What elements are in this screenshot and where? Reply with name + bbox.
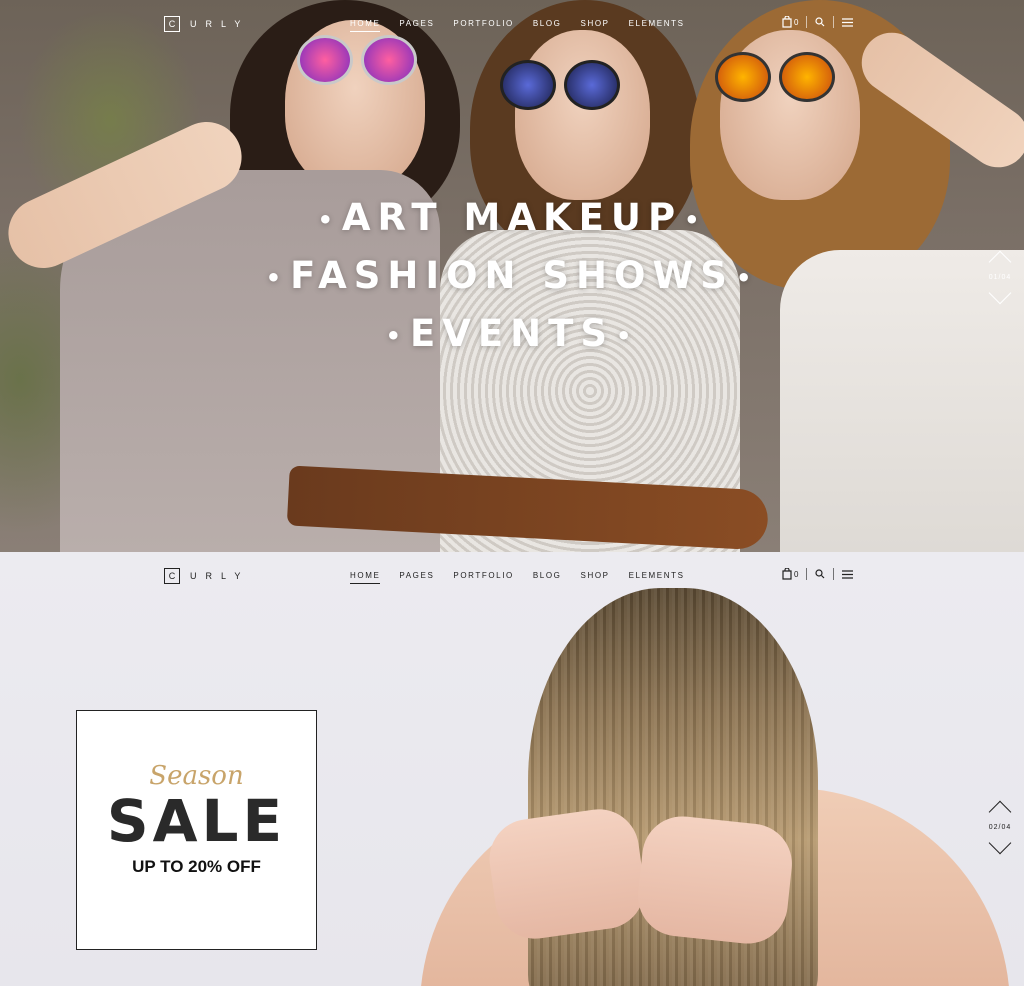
model-hand-right (634, 812, 796, 948)
logo-mark: C (164, 16, 180, 32)
divider (806, 16, 808, 28)
cart-button[interactable]: 0 (782, 16, 798, 28)
logo-text: URLY (190, 571, 250, 581)
menu-elements[interactable]: ELEMENTS (629, 571, 685, 584)
menu-shop[interactable]: SHOP (581, 19, 610, 32)
divider (806, 568, 808, 580)
header-nav-light: C URLY HOME PAGES PORTFOLIO BLOG SHOP EL… (0, 552, 1024, 600)
menu-elements[interactable]: ELEMENTS (629, 19, 685, 32)
menu-home[interactable]: HOME (350, 19, 381, 32)
main-menu: HOME PAGES PORTFOLIO BLOG SHOP ELEMENTS (350, 571, 685, 584)
model-hand-left (484, 804, 650, 944)
logo-mark: C (164, 568, 180, 584)
menu-pages[interactable]: PAGES (399, 19, 434, 32)
hero-slide-2: C URLY HOME PAGES PORTFOLIO BLOG SHOP EL… (0, 552, 1024, 986)
sale-card[interactable]: Season SALE UP TO 20% OFF (76, 710, 317, 950)
hamburger-menu-icon[interactable] (842, 569, 854, 579)
slider-controls-1: 01/04 (988, 250, 1012, 305)
hero-line-3-text: EVENTS (409, 312, 615, 355)
main-menu: HOME PAGES PORTFOLIO BLOG SHOP ELEMENTS (350, 19, 685, 32)
cart-count: 0 (794, 17, 799, 27)
hero-slide-1: C URLY HOME PAGES PORTFOLIO BLOG SHOP EL… (0, 0, 1024, 552)
hero-line-1-text: ART MAKEUP (341, 196, 683, 239)
hero-line-2: •FASHION SHOWS• (265, 254, 759, 297)
search-icon[interactable] (815, 569, 825, 579)
slide-counter: 02/04 (988, 824, 1012, 831)
chevron-up-icon[interactable] (988, 800, 1012, 824)
hero-line-2-text: FASHION SHOWS (290, 254, 734, 297)
chevron-down-icon[interactable] (988, 281, 1012, 305)
shopping-bag-icon (782, 568, 792, 580)
menu-blog[interactable]: BLOG (533, 19, 562, 32)
hero-line-3: •EVENTS• (385, 312, 639, 355)
chevron-up-icon[interactable] (988, 250, 1012, 274)
slide-counter: 01/04 (988, 274, 1012, 281)
cart-button[interactable]: 0 (782, 568, 798, 580)
menu-pages[interactable]: PAGES (399, 571, 434, 584)
hero-line-1: •ART MAKEUP• (317, 196, 707, 239)
logo[interactable]: C URLY (164, 16, 249, 32)
search-icon[interactable] (815, 17, 825, 27)
divider (833, 16, 835, 28)
hamburger-menu-icon[interactable] (842, 17, 854, 27)
header-nav-transparent: C URLY HOME PAGES PORTFOLIO BLOG SHOP EL… (0, 0, 1024, 48)
header-tools: 0 (782, 568, 854, 580)
cart-count: 0 (794, 569, 799, 579)
divider (833, 568, 835, 580)
menu-shop[interactable]: SHOP (581, 571, 610, 584)
sale-subtitle: UP TO 20% OFF (132, 857, 261, 876)
menu-portfolio[interactable]: PORTFOLIO (453, 19, 513, 32)
menu-blog[interactable]: BLOG (533, 571, 562, 584)
logo[interactable]: C URLY (164, 568, 249, 584)
logo-text: URLY (190, 19, 250, 29)
header-tools: 0 (782, 16, 854, 28)
sale-title: SALE (106, 787, 287, 855)
slider-controls-2: 02/04 (988, 800, 1012, 855)
shopping-bag-icon (782, 16, 792, 28)
menu-portfolio[interactable]: PORTFOLIO (453, 571, 513, 584)
menu-home[interactable]: HOME (350, 571, 381, 584)
chevron-down-icon[interactable] (988, 831, 1012, 855)
